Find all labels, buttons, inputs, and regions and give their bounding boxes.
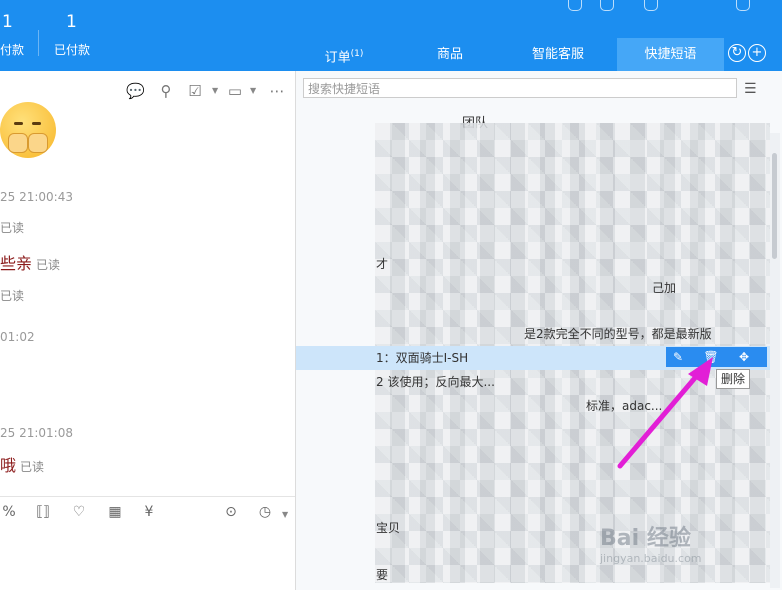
annotation-arrow bbox=[617, 357, 713, 469]
watermark-logo: Bai 经验 bbox=[600, 526, 691, 551]
watermark-url: jingyan.baidu.com bbox=[600, 552, 702, 565]
